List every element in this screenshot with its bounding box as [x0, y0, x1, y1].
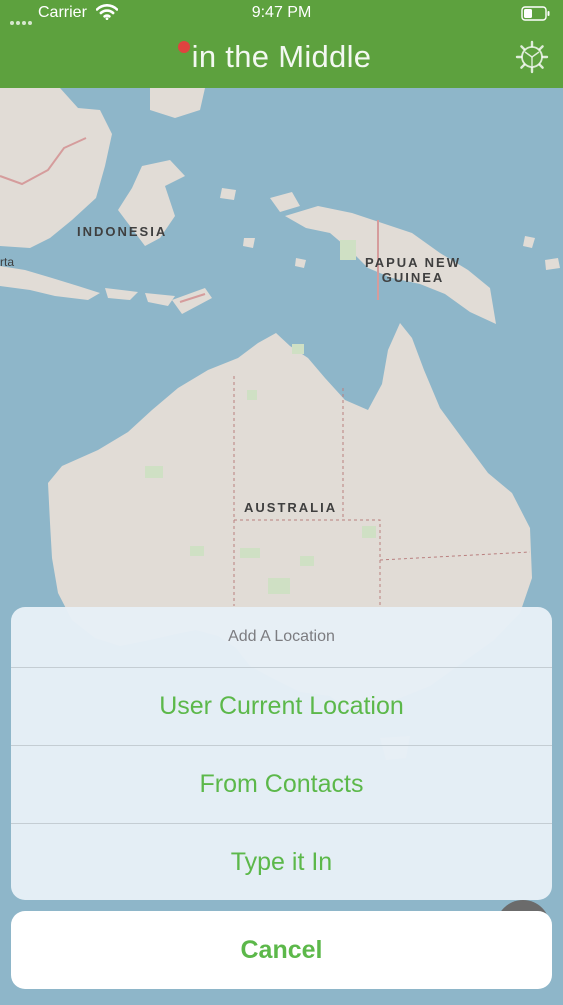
- from-contacts-button[interactable]: From Contacts: [11, 746, 552, 824]
- action-sheet-title: Add A Location: [11, 607, 552, 668]
- map-label-papua-new-guinea: PAPUA NEW GUINEA: [365, 255, 461, 285]
- add-location-action-sheet: Add A Location User Current Location Fro…: [11, 607, 552, 900]
- app-title: in the Middle: [191, 39, 372, 74]
- status-time: 9:47 PM: [251, 4, 312, 21]
- map-label-indonesia: INDONESIA: [77, 224, 168, 239]
- battery-icon: [521, 6, 550, 21]
- user-current-location-button[interactable]: User Current Location: [11, 668, 552, 746]
- map-label-jakarta-fragment: rta: [0, 255, 15, 269]
- navigation-bar: in the Middle: [0, 28, 563, 88]
- status-bar: Carrier 9:47 PM: [0, 0, 563, 28]
- map-label-australia: AUSTRALIA: [244, 500, 338, 515]
- location-pin-icon: [178, 41, 190, 53]
- cancel-button[interactable]: Cancel: [11, 911, 552, 989]
- gear-icon[interactable]: [515, 40, 549, 74]
- type-it-in-button[interactable]: Type it In: [11, 824, 552, 900]
